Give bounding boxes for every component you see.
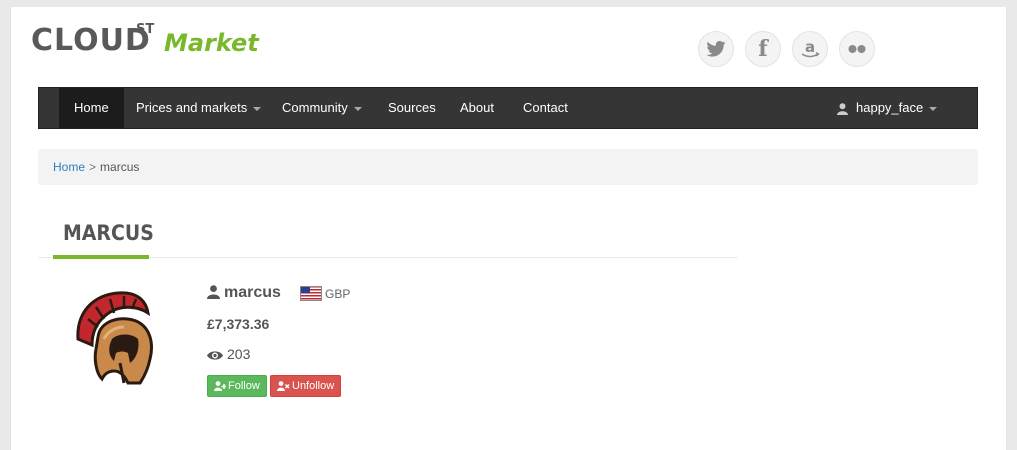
nav-item-home[interactable]: Home [59, 88, 124, 128]
follow-button-label: Follow [228, 380, 260, 392]
user-times-icon [277, 381, 290, 391]
flickr-icon[interactable] [839, 31, 875, 67]
user-icon [207, 285, 220, 299]
us-flag-icon [300, 286, 322, 301]
facebook-icon[interactable]: f [745, 31, 781, 67]
twitter-icon[interactable] [698, 31, 734, 67]
profile-username-text: marcus [224, 284, 281, 301]
page-container: CLOUD ST Market f a Home Prices and mark… [10, 7, 1007, 450]
profile-views-count: 203 [227, 346, 251, 362]
profile-views: 203 [207, 346, 250, 362]
nav-item-label: Prices and markets [136, 100, 248, 115]
logo-tagline: Market [164, 29, 259, 57]
nav-item-label: About [460, 100, 494, 115]
nav-item-community[interactable]: Community [282, 88, 362, 128]
unfollow-button[interactable]: Unfollow [270, 375, 342, 397]
social-links: f a [698, 31, 875, 67]
main-navbar: Home Prices and markets Community Source… [38, 87, 978, 129]
user-menu-label: happy_face [856, 100, 924, 115]
breadcrumb: Home > marcus [38, 149, 978, 185]
breadcrumb-home-link[interactable]: Home [53, 160, 85, 174]
profile-balance: £7,373.36 [207, 316, 270, 332]
nav-item-label: Contact [523, 100, 568, 115]
nav-item-about[interactable]: About [460, 88, 494, 128]
breadcrumb-separator: > [89, 160, 97, 174]
user-plus-icon [214, 381, 226, 391]
nav-item-label: Community [282, 100, 348, 115]
amazon-glyph: a [805, 38, 815, 56]
unfollow-button-label: Unfollow [292, 380, 335, 392]
profile-username: marcus [207, 284, 281, 302]
amazon-icon[interactable]: a [792, 31, 828, 67]
breadcrumb-current: marcus [100, 160, 140, 174]
logo-superscript: ST [136, 22, 155, 37]
nav-item-contact[interactable]: Contact [523, 88, 568, 128]
avatar [58, 279, 182, 403]
eye-icon [207, 351, 223, 360]
nav-item-label: Home [74, 100, 109, 115]
title-accent-underline [53, 255, 149, 259]
chevron-down-icon [353, 106, 362, 111]
chevron-down-icon [253, 106, 262, 111]
profile-currency: GBP [300, 286, 350, 301]
chevron-down-icon [929, 106, 938, 111]
follow-button[interactable]: Follow [207, 375, 267, 397]
logo-brand: CLOUD [31, 23, 151, 58]
nav-item-label: Sources [388, 100, 436, 115]
user-menu[interactable]: happy_face [837, 88, 938, 128]
nav-item-sources[interactable]: Sources [388, 88, 436, 128]
spartan-helmet-icon [76, 291, 153, 385]
user-icon [837, 102, 848, 115]
nav-item-prices-and-markets[interactable]: Prices and markets [136, 88, 262, 128]
page-title: MARCUS [63, 221, 154, 245]
profile-currency-code: GBP [325, 287, 351, 301]
